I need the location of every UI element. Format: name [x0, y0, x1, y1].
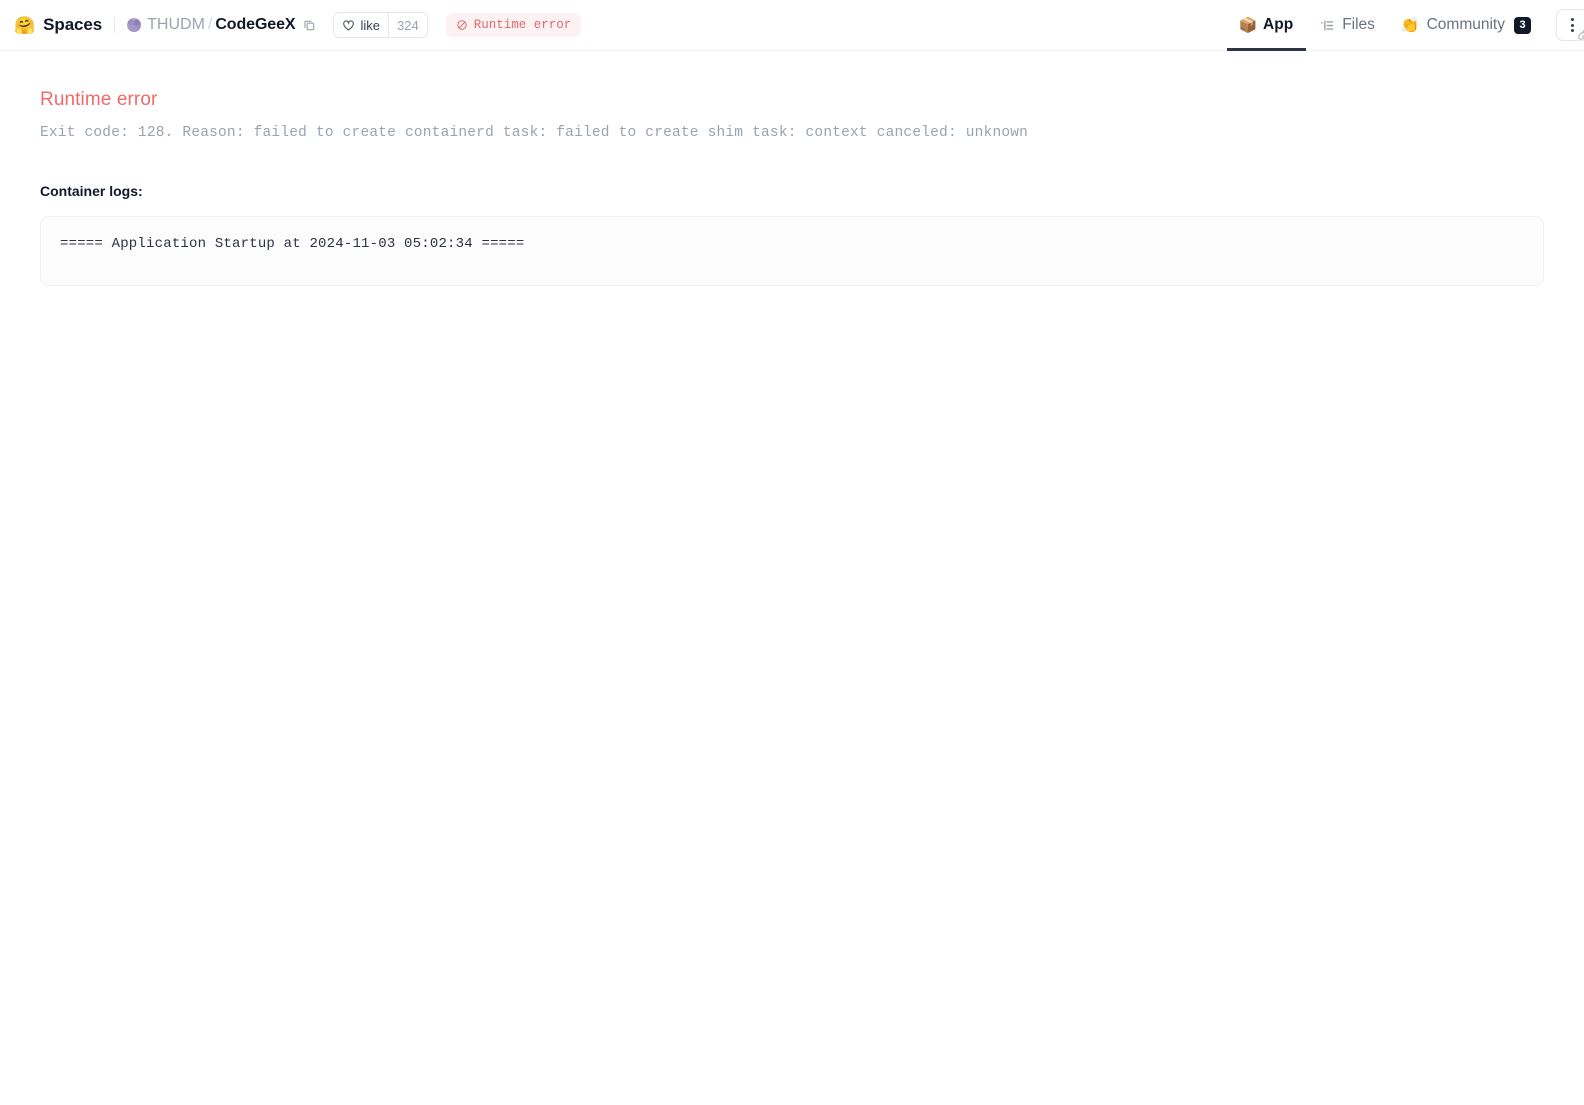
- community-count-badge: 3: [1514, 16, 1531, 34]
- like-count[interactable]: 324: [387, 13, 427, 37]
- header-left-cluster: 🤗 Spaces THUDM / CodeGeeX like 324 Runti…: [14, 0, 582, 50]
- copy-icon[interactable]: [303, 19, 316, 32]
- header-divider: [114, 17, 116, 33]
- box-3d-icon: 📦: [1238, 16, 1258, 34]
- breadcrumb-separator: /: [207, 16, 213, 33]
- main-content: Runtime error Exit code: 128. Reason: fa…: [0, 51, 1584, 286]
- error-title: Runtime error: [40, 89, 158, 110]
- tab-community[interactable]: 👏 Community 3: [1388, 0, 1544, 51]
- tab-app[interactable]: 📦 App: [1227, 0, 1307, 51]
- tab-files-label: Files: [1342, 16, 1375, 33]
- error-detail-message: Exit code: 128. Reason: failed to create…: [40, 125, 1029, 141]
- more-options-button[interactable]: [1556, 9, 1584, 41]
- top-header-bar: 🤗 Spaces THUDM / CodeGeeX like 324 Runti…: [0, 0, 1584, 51]
- like-label: like: [360, 17, 380, 33]
- spaces-brand-link[interactable]: Spaces: [43, 15, 102, 35]
- tab-community-label: Community: [1426, 16, 1505, 33]
- org-avatar: [127, 18, 142, 32]
- tab-app-label: App: [1263, 16, 1294, 33]
- tab-files[interactable]: Files: [1306, 0, 1388, 51]
- kebab-menu-icon: [1570, 18, 1574, 32]
- repo-org-link[interactable]: THUDM: [147, 16, 205, 34]
- clapping-hands-emoji: 👏: [1400, 16, 1420, 34]
- like-button-main[interactable]: like: [334, 13, 388, 37]
- like-button[interactable]: like 324: [333, 12, 428, 38]
- file-list-icon: [1319, 17, 1335, 33]
- container-logs-box[interactable]: ===== Application Startup at 2024-11-03 …: [40, 216, 1544, 286]
- link-chain-icon[interactable]: [1576, 27, 1584, 42]
- header-nav-tabs: 📦 App Files 👏 Community 3: [1227, 0, 1584, 51]
- active-tab-indicator: [1227, 47, 1307, 51]
- status-badge-label: Runtime error: [473, 18, 572, 32]
- container-logs-label: Container logs:: [40, 183, 143, 199]
- log-line: ===== Application Startup at 2024-11-03 …: [60, 236, 525, 252]
- hugging-face-emoji: 🤗: [14, 15, 36, 35]
- status-badge[interactable]: Runtime error: [445, 13, 582, 37]
- heart-icon: [342, 19, 355, 32]
- repo-name-link[interactable]: CodeGeeX: [215, 16, 295, 34]
- repo-breadcrumb: THUDM / CodeGeeX: [147, 16, 295, 34]
- no-entry-icon: [456, 19, 468, 31]
